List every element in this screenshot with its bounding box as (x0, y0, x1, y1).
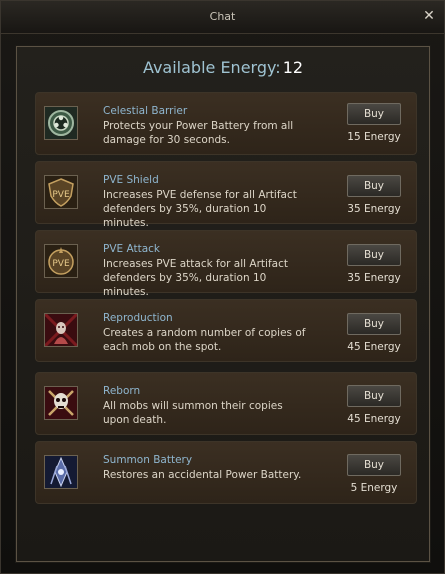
buy-button-celestial-barrier[interactable]: Buy (347, 103, 401, 125)
available-energy-value: 12 (282, 58, 304, 77)
pve-shield-icon: PVE (44, 175, 78, 209)
shop-item-pve-attack: PVE PVE Attack Increases PVE attack for … (35, 230, 417, 298)
shop-item-reproduction: Reproduction Creates a random number of … (35, 299, 417, 362)
buy-button-pve-attack[interactable]: Buy (347, 244, 401, 266)
buy-button-summon-battery[interactable]: Buy (347, 454, 401, 476)
buy-button-reproduction[interactable]: Buy (347, 313, 401, 335)
title-bar[interactable]: Chat ✕ (1, 1, 444, 34)
item-name: Reproduction (103, 312, 173, 324)
item-cost: 15 Energy (347, 131, 401, 143)
item-cost: 45 Energy (347, 341, 401, 353)
item-name: Reborn (103, 385, 141, 397)
item-cost: 35 Energy (347, 272, 401, 284)
pve-attack-icon: PVE (44, 244, 78, 278)
item-description: Restores an accidental Power Battery. (103, 469, 302, 481)
item-cost: 35 Energy (347, 203, 401, 215)
item-name: PVE Shield (103, 174, 159, 186)
summon-battery-icon (44, 455, 78, 489)
shop-item-summon-battery: Summon Battery Restores an accidental Po… (35, 441, 417, 504)
reborn-icon (44, 386, 78, 420)
item-cost: 45 Energy (347, 413, 401, 425)
available-energy-label: Available Energy: (142, 58, 281, 77)
shop-item-reborn: Reborn All mobs will summon their copies… (35, 372, 417, 435)
energy-shop-panel: Available Energy: 12 Celestial Barrier Pr… (15, 45, 431, 563)
window-title: Chat (209, 10, 236, 23)
item-description: Protects your Power Battery from all dam… (103, 120, 294, 146)
item-name: Summon Battery (103, 454, 193, 466)
item-cost: 5 Energy (350, 482, 398, 494)
item-name: PVE Attack (103, 243, 161, 255)
svg-text:PVE: PVE (52, 190, 70, 200)
buy-button-pve-shield[interactable]: Buy (347, 175, 401, 197)
item-description: All mobs will summon their copies upon d… (103, 400, 283, 426)
item-name: Celestial Barrier (103, 105, 188, 117)
reproduction-icon (44, 313, 78, 347)
available-energy: Available Energy: 12 (17, 58, 429, 77)
shop-item-pve-shield: PVE PVE Shield Increases PVE defense for… (35, 161, 417, 229)
close-icon[interactable]: ✕ (421, 8, 437, 24)
buy-button-reborn[interactable]: Buy (347, 385, 401, 407)
item-description: Increases PVE defense for all Artifact d… (103, 189, 297, 229)
shop-item-celestial-barrier: Celestial Barrier Protects your Power Ba… (35, 92, 417, 155)
celestial-barrier-icon (44, 106, 78, 140)
item-description: Increases PVE attack for all Artifact de… (103, 258, 288, 298)
chat-window: Chat ✕ Available Energy: 12 Celestial Bar… (0, 0, 445, 574)
svg-text:PVE: PVE (52, 259, 70, 269)
item-description: Creates a random number of copies of eac… (103, 327, 306, 353)
